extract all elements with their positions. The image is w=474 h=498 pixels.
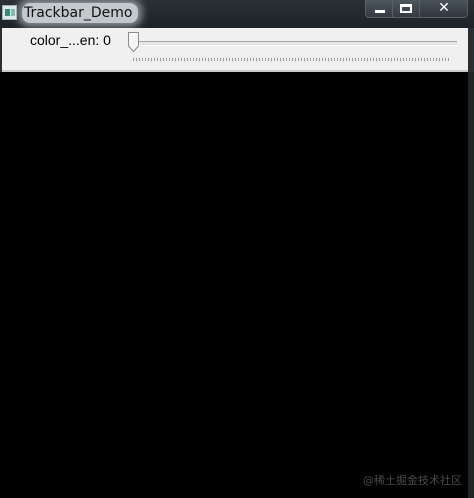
minimize-button[interactable] bbox=[365, 0, 393, 18]
slider-ticks bbox=[133, 58, 451, 61]
frame-left bbox=[0, 28, 2, 72]
watermark: @稀土掘金技术社区 bbox=[363, 474, 462, 487]
slider-groove[interactable] bbox=[133, 41, 457, 46]
trackbar-panel: color_...en: 0 bbox=[0, 28, 474, 72]
trackbar-label: color_...en: 0 bbox=[30, 32, 111, 48]
image-canvas bbox=[0, 72, 468, 498]
window-controls: ✕ bbox=[365, 0, 468, 19]
frame-right bbox=[468, 72, 474, 498]
title-bar[interactable]: Trackbar_Demo ✕ bbox=[0, 0, 474, 28]
app-icon-block bbox=[5, 9, 10, 16]
app-icon bbox=[2, 5, 17, 20]
frame-right-top bbox=[468, 28, 474, 72]
trackbar-name: color_...en: bbox=[30, 32, 100, 48]
minimize-icon bbox=[375, 10, 385, 13]
trackbar-value: 0 bbox=[103, 32, 111, 48]
maximize-icon bbox=[400, 4, 412, 13]
app-icon-block-light bbox=[11, 9, 15, 16]
close-icon: ✕ bbox=[438, 0, 450, 16]
slider-thumb[interactable] bbox=[128, 32, 139, 52]
maximize-button[interactable] bbox=[393, 0, 420, 18]
window: Trackbar_Demo ✕ color_...en: 0 @稀土掘金技术社区 bbox=[0, 0, 474, 498]
window-title: Trackbar_Demo bbox=[22, 3, 139, 23]
close-button[interactable]: ✕ bbox=[420, 0, 468, 18]
